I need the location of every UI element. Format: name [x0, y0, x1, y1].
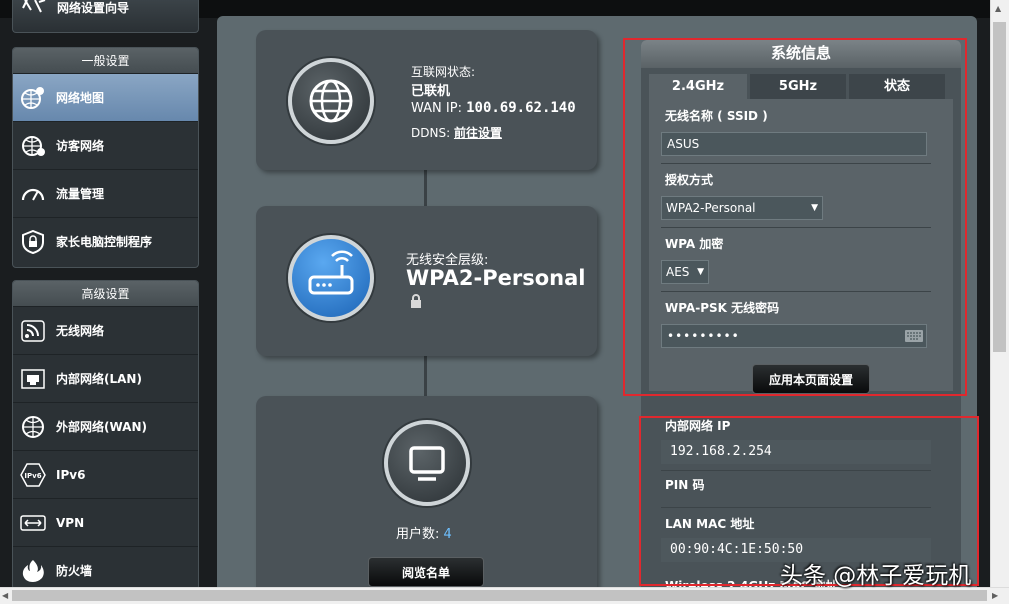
sidebar-general-group: 一般设置 网络地图 访客网络 流量管理 家长电脑控制程序 [12, 47, 199, 268]
highlight-box [623, 38, 967, 396]
sidebar-item-firewall[interactable]: 防火墙 [13, 547, 198, 589]
ddns-settings-link[interactable]: 前往设置 [454, 126, 502, 140]
sidebar-item-lan[interactable]: 内部网络(LAN) [13, 355, 198, 403]
lan-port-icon [21, 369, 45, 389]
sidebar-item-guest-network[interactable]: 访客网络 [13, 122, 198, 170]
connector-line [424, 170, 427, 206]
connector-line [424, 356, 427, 396]
ddns-row: DDNS: 前往设置 [411, 124, 502, 141]
sidebar-item-label: 网络设置向导 [57, 1, 130, 15]
wan-ip-row: WAN IP: 100.69.62.140 [411, 100, 576, 116]
ddns-label: DDNS: [411, 126, 451, 140]
sidebar-item-wan[interactable]: 外部网络(WAN) [13, 403, 198, 451]
vpn-icon [20, 515, 46, 531]
sidebar-item-label: 家长电脑控制程序 [56, 235, 153, 249]
wifi-icon [21, 320, 45, 342]
internet-globe-button[interactable] [288, 58, 374, 144]
sidebar-item-parental-control[interactable]: 家长电脑控制程序 [13, 218, 198, 266]
guest-globe-icon [22, 136, 45, 156]
sidebar-item-traffic-manager[interactable]: 流量管理 [13, 170, 198, 218]
scroll-left-arrow-icon[interactable]: ◀ [2, 591, 8, 600]
sidebar-item-wireless[interactable]: 无线网络 [13, 307, 198, 355]
router-admin-page: { "sidebar": { "wizard_label": "网络设置向导",… [0, 0, 1009, 604]
internet-status-value: 已联机 [411, 84, 451, 99]
sidebar-item-label: 外部网络(WAN) [56, 420, 147, 434]
sidebar-item-label: 内部网络(LAN) [56, 372, 142, 386]
horizontal-scroll-thumb[interactable] [12, 590, 987, 601]
speedometer-icon [21, 188, 45, 201]
sidebar-item-vpn[interactable]: VPN [13, 499, 198, 547]
wireless-security-value: WPA2-Personal [406, 266, 586, 290]
client-count-value: 4 [443, 527, 452, 542]
firewall-icon [22, 560, 44, 582]
sidebar-item-label: 访客网络 [56, 139, 105, 153]
sidebar-item-network-map[interactable]: 网络地图 [13, 74, 198, 122]
wan-globe-icon [22, 416, 44, 438]
globe-marker-icon [21, 87, 44, 109]
monitor-icon [409, 446, 445, 481]
watermark: 头条 @林子爱玩机 [780, 563, 972, 589]
ipv6-icon: IPv6 [20, 463, 46, 487]
vertical-scroll-thumb[interactable] [993, 22, 1006, 352]
sidebar-item-label: VPN [56, 516, 85, 530]
parental-lock-icon [22, 230, 44, 254]
sidebar-item-label: 网络地图 [56, 91, 105, 105]
sidebar-group-title: 一般设置 [13, 48, 198, 74]
sidebar-item-ipv6[interactable]: IPv6 IPv6 [13, 451, 198, 499]
sidebar-item-network-wizard[interactable]: 网络设置向导 [12, 0, 199, 33]
wizard-tools-icon [22, 0, 46, 13]
sidebar-group-title: 高级设置 [13, 281, 198, 307]
client-count-row: 用户数: 4 [396, 523, 452, 542]
router-icon [308, 250, 354, 295]
sidebar-item-label: 无线网络 [56, 324, 105, 338]
sidebar-item-label: 防火墙 [56, 564, 93, 578]
sidebar-advanced-group: 高级设置 无线网络 内部网络(LAN) 外部网络(WAN) IPv6 IPv6 [12, 280, 199, 590]
lock-icon [411, 294, 421, 308]
sidebar-item-label: 流量管理 [56, 187, 105, 201]
svg-text:IPv6: IPv6 [24, 472, 41, 480]
wan-ip-label: WAN IP: [411, 101, 462, 116]
internet-status-label: 互联网状态: [411, 65, 476, 79]
clients-button[interactable] [384, 420, 470, 506]
browse-list-button[interactable]: 阅览名单 [368, 557, 484, 587]
main-top-strip [217, 0, 977, 16]
globe-icon [309, 79, 353, 123]
client-count-label: 用户数: [396, 527, 440, 542]
router-button[interactable] [288, 235, 374, 321]
scroll-up-arrow-icon[interactable]: ▲ [995, 4, 1001, 13]
wan-ip-value: 100.69.62.140 [466, 100, 576, 116]
sidebar-item-label: IPv6 [56, 468, 86, 482]
scroll-right-arrow-icon[interactable]: ▶ [992, 591, 998, 600]
